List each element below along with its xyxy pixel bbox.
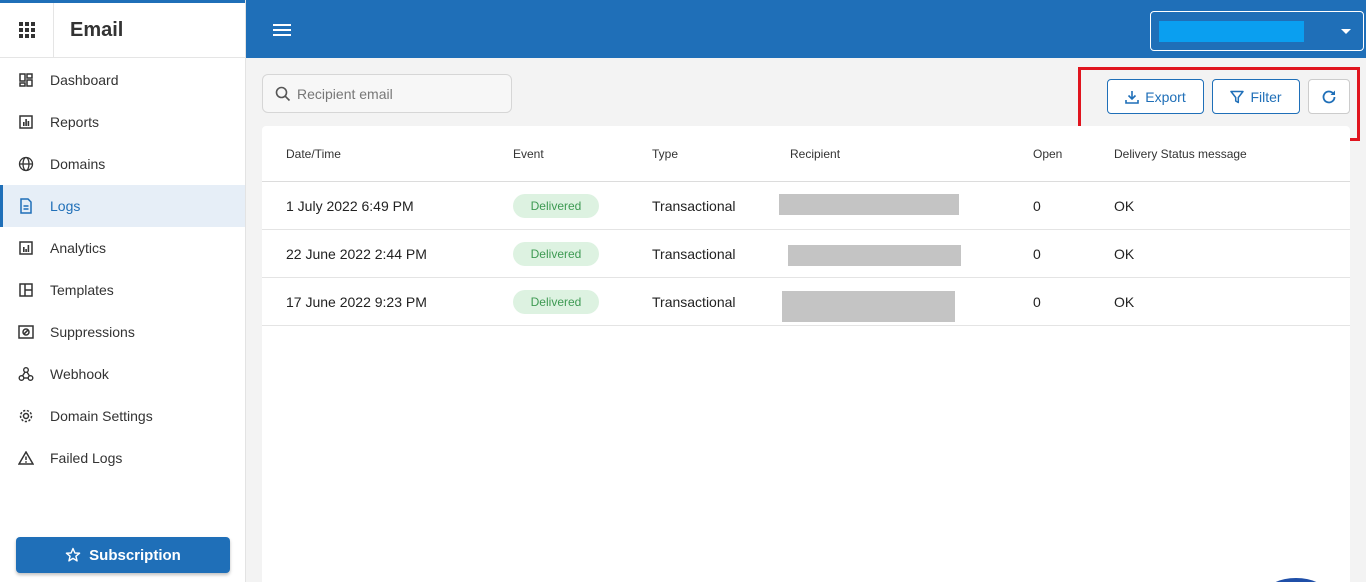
star-icon <box>65 547 81 563</box>
sidebar-item-reports[interactable]: Reports <box>0 101 245 143</box>
sidebar-item-label: Logs <box>50 198 81 214</box>
refresh-icon <box>1321 89 1337 105</box>
refresh-button[interactable] <box>1308 79 1350 114</box>
gear-icon <box>18 408 34 424</box>
cell-delivery-status: OK <box>1114 246 1135 262</box>
export-button[interactable]: Export <box>1107 79 1204 114</box>
sidebar-item-suppressions[interactable]: Suppressions <box>0 311 245 353</box>
column-header-datetime[interactable]: Date/Time <box>286 147 341 161</box>
suppression-icon <box>18 324 34 340</box>
apps-grid-icon <box>18 22 35 38</box>
subscription-label: Subscription <box>89 546 181 564</box>
filter-icon <box>1230 90 1245 104</box>
subscription-button[interactable]: Subscription <box>16 537 230 573</box>
globe-icon <box>18 156 34 172</box>
cell-open: 0 <box>1033 198 1041 214</box>
column-header-open[interactable]: Open <box>1033 147 1062 161</box>
sidebar-nav: Dashboard Reports Domains Logs Analytics <box>0 59 245 479</box>
dashboard-icon <box>18 72 34 88</box>
column-header-type[interactable]: Type <box>652 147 678 161</box>
sidebar-item-label: Templates <box>50 282 114 298</box>
sidebar-item-label: Failed Logs <box>50 450 123 466</box>
sidebar-item-label: Reports <box>50 114 100 130</box>
sidebar-item-domain-settings[interactable]: Domain Settings <box>0 395 245 437</box>
reports-icon <box>18 114 34 130</box>
cell-type: Transactional <box>652 246 736 262</box>
top-bar <box>246 0 1366 58</box>
account-name <box>1159 21 1304 42</box>
document-icon <box>18 198 34 214</box>
sidebar-item-label: Analytics <box>50 240 107 256</box>
sidebar-item-logs[interactable]: Logs <box>0 185 245 227</box>
cell-datetime: 17 June 2022 9:23 PM <box>286 294 427 310</box>
cell-open: 0 <box>1033 294 1041 310</box>
menu-toggle-button[interactable] <box>272 23 292 42</box>
hamburger-icon <box>273 24 291 36</box>
search-box <box>262 74 512 113</box>
column-header-event[interactable]: Event <box>513 147 544 161</box>
cell-recipient-redacted <box>779 194 959 215</box>
webhook-icon <box>18 366 34 382</box>
column-header-recipient[interactable]: Recipient <box>790 147 840 161</box>
column-header-delivery-status[interactable]: Delivery Status message <box>1114 147 1247 161</box>
cell-datetime: 1 July 2022 6:49 PM <box>286 198 414 214</box>
template-icon <box>18 282 34 298</box>
bar-chart-icon <box>18 240 34 256</box>
sidebar-item-label: Domain Settings <box>50 408 153 424</box>
filter-label: Filter <box>1250 88 1282 105</box>
sidebar-item-domains[interactable]: Domains <box>0 143 245 185</box>
cell-recipient-redacted <box>782 291 955 322</box>
account-selector[interactable] <box>1150 11 1364 51</box>
status-badge: Delivered <box>513 194 599 218</box>
table-row[interactable]: 1 July 2022 6:49 PM Delivered Transactio… <box>262 182 1350 230</box>
app-title: Email <box>70 18 124 41</box>
status-badge: Delivered <box>513 290 599 314</box>
table-row[interactable]: 22 June 2022 2:44 PM Delivered Transacti… <box>262 230 1350 278</box>
sidebar-item-label: Dashboard <box>50 72 119 88</box>
apps-grid-button[interactable] <box>0 2 54 58</box>
cell-delivery-status: OK <box>1114 294 1135 310</box>
filter-button[interactable]: Filter <box>1212 79 1300 114</box>
sidebar-item-label: Domains <box>50 156 106 172</box>
export-label: Export <box>1145 88 1186 105</box>
recipient-email-search-input[interactable] <box>297 85 497 102</box>
cell-delivery-status: OK <box>1114 198 1135 214</box>
sidebar-item-webhook[interactable]: Webhook <box>0 353 245 395</box>
table-row[interactable]: 17 June 2022 9:23 PM Delivered Transacti… <box>262 278 1350 326</box>
cell-type: Transactional <box>652 198 736 214</box>
status-badge: Delivered <box>513 242 599 266</box>
cell-recipient-redacted <box>788 245 961 266</box>
sidebar-item-templates[interactable]: Templates <box>0 269 245 311</box>
sidebar-item-label: Suppressions <box>50 324 135 340</box>
table-header: Date/Time Event Type Recipient Open Deli… <box>262 126 1350 182</box>
cell-open: 0 <box>1033 246 1041 262</box>
sidebar-item-dashboard[interactable]: Dashboard <box>0 59 245 101</box>
sidebar-item-label: Webhook <box>50 366 109 382</box>
cell-type: Transactional <box>652 294 736 310</box>
sidebar-item-analytics[interactable]: Analytics <box>0 227 245 269</box>
sidebar-item-failed-logs[interactable]: Failed Logs <box>0 437 245 479</box>
download-icon <box>1125 90 1140 104</box>
cell-datetime: 22 June 2022 2:44 PM <box>286 246 427 262</box>
chevron-down-icon <box>1341 29 1351 34</box>
logs-table: Date/Time Event Type Recipient Open Deli… <box>262 126 1350 582</box>
search-icon <box>275 86 291 102</box>
brand-bar: Email <box>0 0 245 58</box>
warning-icon <box>18 450 34 466</box>
sidebar: Email Dashboard Reports Domains Logs Ana… <box>0 0 246 582</box>
